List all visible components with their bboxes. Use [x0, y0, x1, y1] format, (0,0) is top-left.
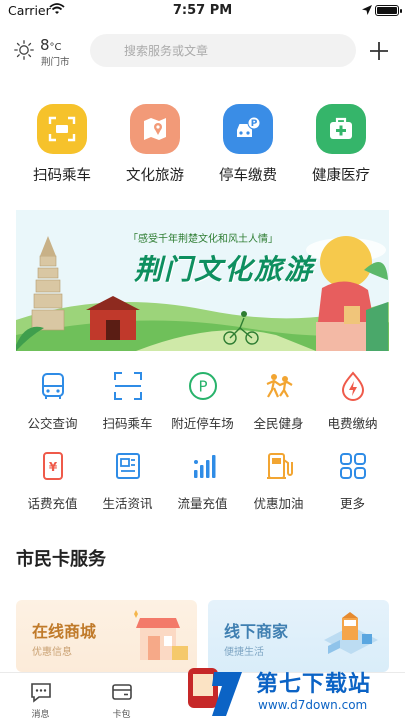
service-label: 文化旅游 — [126, 168, 184, 184]
card-title: 在线商城 — [32, 622, 97, 641]
grid-more[interactable]: 更多 — [312, 450, 393, 512]
grid-label: 附近停车场 — [171, 416, 234, 431]
top-services: 扫码乘车 文化旅游 P 停车缴费 健康医疗 — [0, 104, 405, 194]
banner-tagline: 「感受千年荆楚文化和风土人情」 — [128, 234, 278, 245]
site-watermark: 第七下载站 www.d7down.com — [186, 662, 405, 720]
grid-bus-query[interactable]: 公交查询 — [12, 370, 93, 432]
watermark-site-name: 第七下载站 — [256, 672, 372, 697]
grid-electricity-bill[interactable]: 电费缴纳 — [312, 370, 393, 432]
service-label: 扫码乘车 — [33, 168, 91, 184]
scan-icon — [112, 370, 144, 402]
svg-text:¥: ¥ — [48, 460, 57, 474]
temperature: 8°C — [40, 36, 62, 54]
card-subtitle: 优惠信息 — [32, 647, 72, 658]
grid-scan-ride[interactable]: 扫码乘车 — [87, 370, 168, 432]
wallet-icon — [111, 681, 133, 703]
grid-phone-recharge[interactable]: ¥ 话费充值 — [12, 450, 93, 512]
search-bar[interactable] — [90, 34, 356, 67]
medical-kit-icon — [316, 104, 366, 154]
tab-wallet[interactable]: 卡包 — [81, 681, 162, 720]
grid-label: 流量充值 — [177, 496, 228, 511]
car-parking-icon: P — [223, 104, 273, 154]
grid-nearby-parking[interactable]: P 附近停车场 — [162, 370, 243, 432]
tab-label: 消息 — [31, 710, 50, 720]
parking-icon: P — [187, 370, 219, 402]
svg-text:P: P — [198, 378, 207, 396]
fitness-icon — [263, 370, 295, 402]
svg-text:P: P — [251, 119, 258, 129]
grid-fuel-discount[interactable]: 优惠加油 — [238, 450, 319, 512]
service-label: 健康医疗 — [312, 168, 370, 184]
tourism-banner[interactable]: 「感受千年荆楚文化和风土人情」 荆门文化旅游 — [16, 210, 389, 351]
message-icon — [30, 681, 52, 703]
service-health-medical[interactable]: 健康医疗 — [291, 104, 391, 185]
merchant-illustration — [324, 612, 378, 654]
electricity-icon — [337, 370, 369, 402]
grid-label: 优惠加油 — [253, 496, 304, 511]
service-scan-ride[interactable]: 扫码乘车 — [12, 104, 112, 185]
grid-label: 更多 — [339, 496, 365, 511]
tab-label: 卡包 — [112, 710, 131, 720]
tab-messages[interactable]: 消息 — [0, 681, 81, 720]
sun-icon — [14, 40, 34, 64]
battery-icon — [375, 5, 402, 16]
grid-label: 公交查询 — [27, 416, 78, 431]
grid-label: 全民健身 — [253, 416, 304, 431]
map-icon — [130, 104, 180, 154]
grid-label: 扫码乘车 — [102, 416, 153, 431]
add-button[interactable] — [366, 38, 392, 64]
clock: 7:57 PM — [172, 3, 233, 18]
grid-fitness[interactable]: 全民健身 — [238, 370, 319, 432]
grid-label: 电费缴纳 — [327, 416, 378, 431]
news-icon — [112, 450, 144, 482]
service-culture-tourism[interactable]: 文化旅游 — [105, 104, 205, 185]
service-parking-pay[interactable]: P 停车缴费 — [198, 104, 298, 185]
location-arrow-icon — [362, 4, 372, 19]
city-name: 荆门市 — [41, 57, 70, 68]
card-online-mall[interactable]: 在线商城 优惠信息 — [16, 600, 197, 672]
section-title-citizen-card: 市民卡服务 — [16, 549, 106, 570]
plus-icon — [370, 42, 388, 60]
card-title: 线下商家 — [224, 622, 289, 641]
watermark-logo — [188, 668, 242, 716]
bus-icon — [37, 370, 69, 402]
banner-title: 荆门文化旅游 — [134, 253, 315, 286]
grid-label: 生活资讯 — [102, 496, 153, 511]
data-signal-icon — [187, 450, 219, 482]
grid-life-news[interactable]: 生活资讯 — [87, 450, 168, 512]
grid-data-recharge[interactable]: 流量充值 — [162, 450, 243, 512]
more-grid-icon — [337, 450, 369, 482]
search-input[interactable] — [90, 34, 356, 67]
fuel-icon — [263, 450, 295, 482]
scan-icon — [37, 104, 87, 154]
watermark-url: www.d7down.com — [258, 698, 368, 712]
status-bar: Carrier 7:57 PM — [0, 0, 405, 22]
card-subtitle: 便捷生活 — [224, 647, 264, 658]
service-label: 停车缴费 — [219, 168, 277, 184]
phone-bill-icon: ¥ — [37, 450, 69, 482]
grid-label: 话费充值 — [27, 496, 78, 511]
